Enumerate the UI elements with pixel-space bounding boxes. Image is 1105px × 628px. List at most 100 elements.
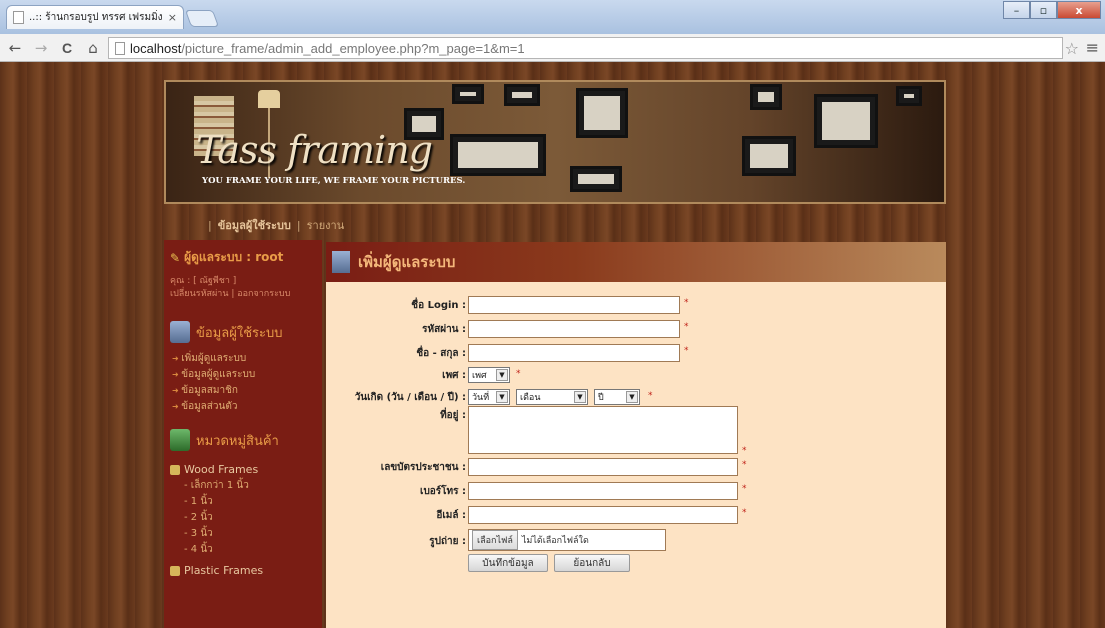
sidebar-item-add-admin[interactable]: เพิ่มผู้ดูแลระบบ	[170, 351, 316, 367]
site-banner: Tass framing YOU FRAME YOUR LIFE, WE FRA…	[164, 80, 946, 204]
maximize-button[interactable]: ▫	[1030, 1, 1057, 19]
sidebar: ✎ ผู้ดูแลระบบ : root คุณ : [ ณัฐพีชา ] เ…	[164, 240, 322, 628]
sidebar-item-members[interactable]: ข้อมูลสมาชิก	[170, 383, 316, 399]
nav-users[interactable]: ข้อมูลผู้ใช้ระบบ	[218, 216, 291, 234]
required-mark: *	[516, 369, 521, 379]
category-wood-frames[interactable]: Wood Frames	[170, 463, 316, 476]
picture-frame-graphic	[814, 94, 878, 148]
required-mark: *	[742, 460, 747, 470]
picture-frame-graphic	[750, 84, 782, 110]
chevron-down-icon: ▼	[496, 391, 508, 403]
password-label: รหัสผ่าน :	[422, 324, 466, 335]
gender-value: เพศ	[472, 371, 487, 381]
photo-file-input[interactable]: เลือกไฟล์ ไม่ได้เลือกไฟล์ใด	[468, 529, 666, 551]
reload-icon[interactable]: C	[56, 40, 78, 56]
site-tagline: YOU FRAME YOUR LIFE, WE FRAME YOUR PICTU…	[202, 176, 466, 186]
month-value: เดือน	[520, 393, 541, 403]
address-textarea[interactable]	[468, 406, 738, 454]
subcategory-item[interactable]: - 2 นิ้ว	[170, 510, 316, 526]
category-plastic-frames[interactable]: Plastic Frames	[170, 564, 316, 577]
picture-frame-graphic	[576, 88, 628, 138]
picture-frame-graphic	[570, 166, 622, 192]
url-path: /picture_frame/admin_add_employee.php?m_…	[181, 40, 525, 56]
picture-frame-graphic	[896, 86, 922, 106]
user-line: คุณ : [ ณัฐพีชา ]	[170, 276, 237, 286]
name-input[interactable]	[468, 344, 680, 362]
login-input[interactable]	[468, 296, 680, 314]
required-mark: *	[742, 508, 747, 518]
address-bar[interactable]: localhost/picture_frame/admin_add_employ…	[108, 37, 1063, 59]
gender-label: เพศ :	[442, 370, 466, 381]
name-label: ชื่อ - สกุล :	[416, 348, 466, 359]
required-mark: *	[684, 322, 689, 332]
site-logo: Tass framing	[196, 128, 433, 172]
file-status: ไม่ได้เลือกไฟล์ใด	[521, 536, 589, 546]
required-mark: *	[648, 391, 653, 401]
admin-header: ✎ ผู้ดูแลระบบ : root	[170, 248, 316, 267]
email-input[interactable]	[468, 506, 738, 524]
window-controls: – ▫ x	[1003, 1, 1101, 19]
subcategory-item[interactable]: - 4 นิ้ว	[170, 542, 316, 558]
tab-close-icon[interactable]: ×	[168, 11, 177, 24]
category-icon	[170, 429, 190, 451]
picture-frame-graphic	[452, 84, 484, 104]
subcategory-item[interactable]: - 3 นิ้ว	[170, 526, 316, 542]
lamp-graphic	[258, 90, 280, 108]
close-window-button[interactable]: x	[1057, 1, 1101, 19]
section-users-header: ข้อมูลผู้ใช้ระบบ	[170, 321, 316, 343]
subcategory-item[interactable]: - เล็กกว่า 1 นิ้ว	[170, 478, 316, 494]
day-select[interactable]: วันที่ ▼	[468, 389, 510, 405]
page-icon	[13, 11, 24, 24]
browser-menu-icon[interactable]: ≡	[1086, 38, 1099, 57]
choose-file-button[interactable]: เลือกไฟล์	[472, 530, 518, 550]
wood-frames-list: - เล็กกว่า 1 นิ้ว - 1 นิ้ว - 2 นิ้ว - 3 …	[170, 478, 316, 558]
page-background: Tass framing YOU FRAME YOUR LIFE, WE FRA…	[0, 62, 1105, 628]
tab-title: ..:: ร้านกรอบรูป ทรรศ เฟรมมิ่ง	[29, 12, 163, 23]
main-content: เพิ่มผู้ดูแลระบบ ชื่อ Login : * รหัสผ่าน…	[326, 242, 946, 628]
forward-icon[interactable]: →	[30, 39, 52, 57]
page-icon	[115, 41, 125, 55]
new-tab-button[interactable]	[184, 10, 220, 27]
site-wrapper: Tass framing YOU FRAME YOUR LIFE, WE FRA…	[164, 80, 946, 628]
category-label: Wood Frames	[184, 463, 259, 476]
person-icon	[170, 321, 190, 343]
back-button[interactable]: ย้อนกลับ	[554, 554, 630, 572]
picture-frame-graphic	[504, 84, 540, 106]
subcategory-item[interactable]: - 1 นิ้ว	[170, 494, 316, 510]
chevron-down-icon: ▼	[574, 391, 586, 403]
page-title: เพิ่มผู้ดูแลระบบ	[358, 253, 456, 271]
gender-select[interactable]: เพศ ▼	[468, 367, 510, 383]
category-label: Plastic Frames	[184, 564, 264, 577]
browser-toolbar: ← → C ⌂ localhost/picture_frame/admin_ad…	[0, 34, 1105, 62]
chevron-down-icon: ▼	[626, 391, 638, 403]
section-users-list: เพิ่มผู้ดูแลระบบ ข้อมูลผู้ดูแลระบบ ข้อมู…	[170, 351, 316, 415]
month-select[interactable]: เดือน ▼	[516, 389, 588, 405]
home-icon[interactable]: ⌂	[82, 39, 104, 57]
sidebar-item-admin-data[interactable]: ข้อมูลผู้ดูแลระบบ	[170, 367, 316, 383]
password-input[interactable]	[468, 320, 680, 338]
back-icon[interactable]: ←	[4, 39, 26, 57]
save-button[interactable]: บันทึกข้อมูล	[468, 554, 548, 572]
account-links[interactable]: เปลี่ยนรหัสผ่าน | ออกจากระบบ	[170, 288, 316, 301]
section-categories-header: หมวดหมู่สินค้า	[170, 429, 316, 451]
browser-titlebar: ..:: ร้านกรอบรูป ทรรศ เฟรมมิ่ง × – ▫ x	[0, 0, 1105, 34]
main-nav: | ข้อมูลผู้ใช้ระบบ | รายงาน	[164, 210, 946, 240]
sidebar-item-profile[interactable]: ข้อมูลส่วนตัว	[170, 399, 316, 415]
minimize-button[interactable]: –	[1003, 1, 1030, 19]
idcard-label: เลขบัตรประชาชน :	[380, 462, 466, 473]
section-users-title: ข้อมูลผู้ใช้ระบบ	[196, 325, 283, 341]
chevron-down-icon: ▼	[496, 369, 508, 381]
section-categories-title: หมวดหมู่สินค้า	[196, 433, 279, 449]
folder-icon	[170, 464, 180, 475]
address-label: ที่อยู่ :	[440, 410, 466, 421]
phone-input[interactable]	[468, 482, 738, 500]
content-header: เพิ่มผู้ดูแลระบบ	[326, 242, 946, 282]
browser-tab[interactable]: ..:: ร้านกรอบรูป ทรรศ เฟรมมิ่ง ×	[6, 5, 184, 29]
photo-label: รูปถ่าย :	[429, 536, 466, 547]
idcard-input[interactable]	[468, 458, 738, 476]
nav-reports[interactable]: รายงาน	[307, 216, 345, 234]
phone-label: เบอร์โทร :	[420, 486, 466, 497]
bookmark-star-icon[interactable]: ☆	[1065, 39, 1079, 58]
nav-separator: |	[208, 218, 212, 232]
year-select[interactable]: ปี ▼	[594, 389, 640, 405]
